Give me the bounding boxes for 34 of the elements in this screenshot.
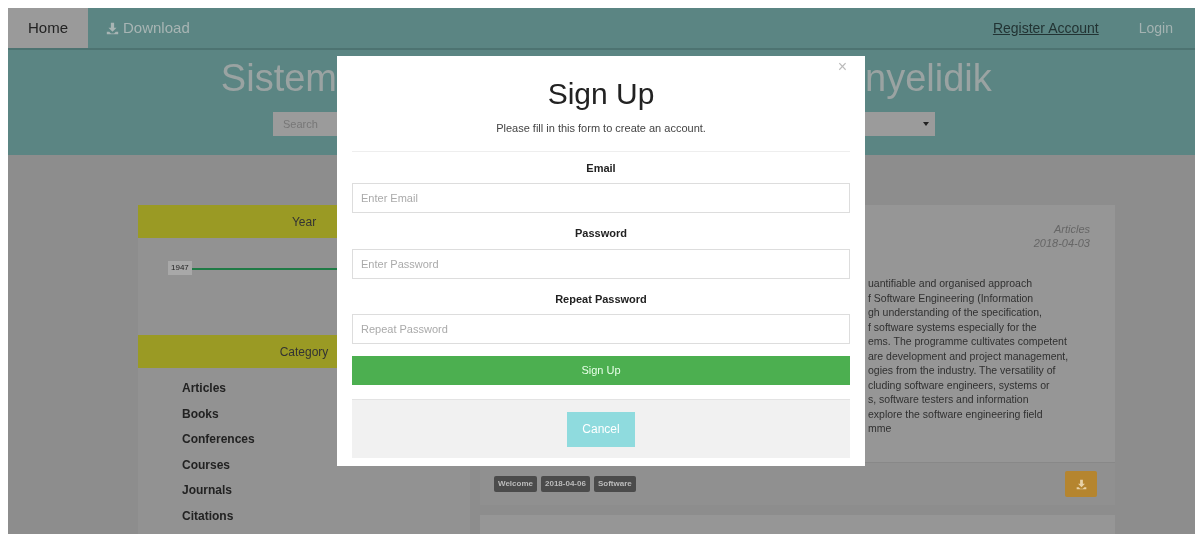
tag: Welcome bbox=[494, 476, 537, 492]
post-text-line: s, software testers and information bbox=[868, 392, 1029, 407]
site-title: Sistem bbox=[220, 56, 337, 100]
site-title: nyelidik bbox=[865, 56, 992, 100]
post-text-line: mme bbox=[868, 421, 892, 436]
field-label: Password bbox=[574, 226, 628, 241]
tag: 2018-04-06 bbox=[541, 476, 590, 492]
tag: Software bbox=[593, 476, 636, 492]
category-link[interactable]: Journals bbox=[182, 480, 470, 506]
post-text-line: gh understanding of the specification, bbox=[868, 305, 1042, 320]
post-text-line: ems. The programme cultivates competent bbox=[868, 334, 1067, 349]
post-text-line: f Software Engineering (Information bbox=[868, 290, 1034, 305]
post-text-line: uantifiable and organised approach bbox=[868, 276, 1033, 291]
dialog-subtitle: Please fill in this form to create an account. bbox=[495, 121, 707, 136]
signup-button[interactable]: Sign Up bbox=[352, 356, 850, 385]
password-field[interactable]: Repeat Password bbox=[352, 314, 850, 344]
field-label: Repeat Password bbox=[554, 291, 648, 307]
download-button[interactable] bbox=[1065, 471, 1097, 497]
slider-label: 1947 bbox=[168, 261, 192, 275]
password-field[interactable]: Enter Password bbox=[352, 248, 850, 279]
nav-tab[interactable]: Home bbox=[8, 8, 88, 48]
field-label: Email bbox=[585, 160, 617, 176]
post-text-line: explore the software engineering field bbox=[868, 406, 1043, 421]
post-text-line: are development and project management, bbox=[868, 348, 1069, 363]
caret-icon bbox=[923, 122, 929, 126]
download-icon bbox=[1075, 478, 1087, 490]
email-field[interactable]: Enter Email bbox=[352, 183, 850, 213]
category-link[interactable]: Citations bbox=[182, 505, 470, 532]
post-text-line: f software systems especially for the bbox=[868, 319, 1037, 334]
post-text-line: cluding software engineers, systems or bbox=[868, 377, 1050, 392]
download-icon bbox=[106, 21, 119, 35]
dialog-title: Sign Up bbox=[546, 76, 656, 112]
register-link[interactable]: Register Account bbox=[992, 17, 1099, 39]
post-text-line: ogies from the industry. The versatility of bbox=[868, 363, 1056, 378]
